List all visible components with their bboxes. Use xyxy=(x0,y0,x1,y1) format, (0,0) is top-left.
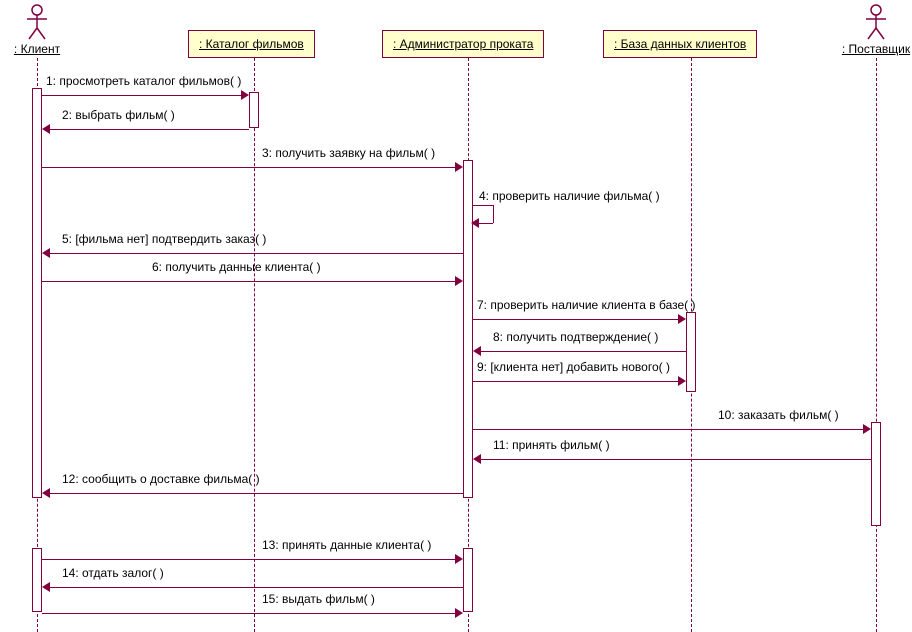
activation-admin-1 xyxy=(463,160,473,498)
activation-supplier xyxy=(871,422,881,526)
actor-supplier-label: : Поставщик xyxy=(838,42,912,56)
participant-admin: : Администратор проката xyxy=(382,30,544,58)
actor-supplier: : Поставщик xyxy=(838,4,912,56)
actor-client: : Клиент xyxy=(10,4,64,56)
activation-client-1 xyxy=(32,88,42,498)
stick-figure-icon xyxy=(23,4,51,40)
sequence-diagram: : Клиент : Поставщик : Каталог фильмов :… xyxy=(0,0,912,632)
message-15: 15: выдать фильм( ) xyxy=(42,606,463,620)
activation-db xyxy=(686,312,696,392)
activation-admin-2 xyxy=(463,548,473,612)
message-14: 14: отдать залог( ) xyxy=(42,580,463,594)
participant-catalog: : Каталог фильмов xyxy=(188,30,315,58)
message-5: 5: [фильма нет] подтвердить заказ( ) xyxy=(42,246,463,260)
lifeline-supplier xyxy=(876,58,877,632)
participant-admin-label: : Администратор проката xyxy=(393,37,533,51)
participant-db-label: : База данных клиентов xyxy=(614,37,746,51)
lifeline-catalog xyxy=(254,58,255,632)
message-9: 9: [клиента нет] добавить нового( ) xyxy=(473,374,686,388)
actor-client-label: : Клиент xyxy=(10,42,64,56)
message-6: 6: получить данные клиента( ) xyxy=(42,274,463,288)
message-10: 10: заказать фильм( ) xyxy=(473,422,871,436)
message-7: 7: проверить наличие клиента в базе( ) xyxy=(473,312,686,326)
activation-client-2 xyxy=(32,548,42,612)
activation-catalog xyxy=(249,92,259,128)
stick-figure-icon xyxy=(862,4,890,40)
message-8: 8: получить подтверждение( ) xyxy=(473,344,686,358)
message-12: 12: сообщить о доставке фильма( ) xyxy=(42,486,463,500)
participant-db: : База данных клиентов xyxy=(603,30,757,58)
message-13: 13: принять данные клиента( ) xyxy=(42,552,463,566)
message-1: 1: просмотреть каталог фильмов( ) xyxy=(42,88,249,102)
message-3: 3: получить заявку на фильм( ) xyxy=(42,160,463,174)
message-2: 2: выбрать фильм( ) xyxy=(42,122,249,136)
message-11: 11: принять фильм( ) xyxy=(473,452,871,466)
participant-catalog-label: : Каталог фильмов xyxy=(199,37,304,51)
